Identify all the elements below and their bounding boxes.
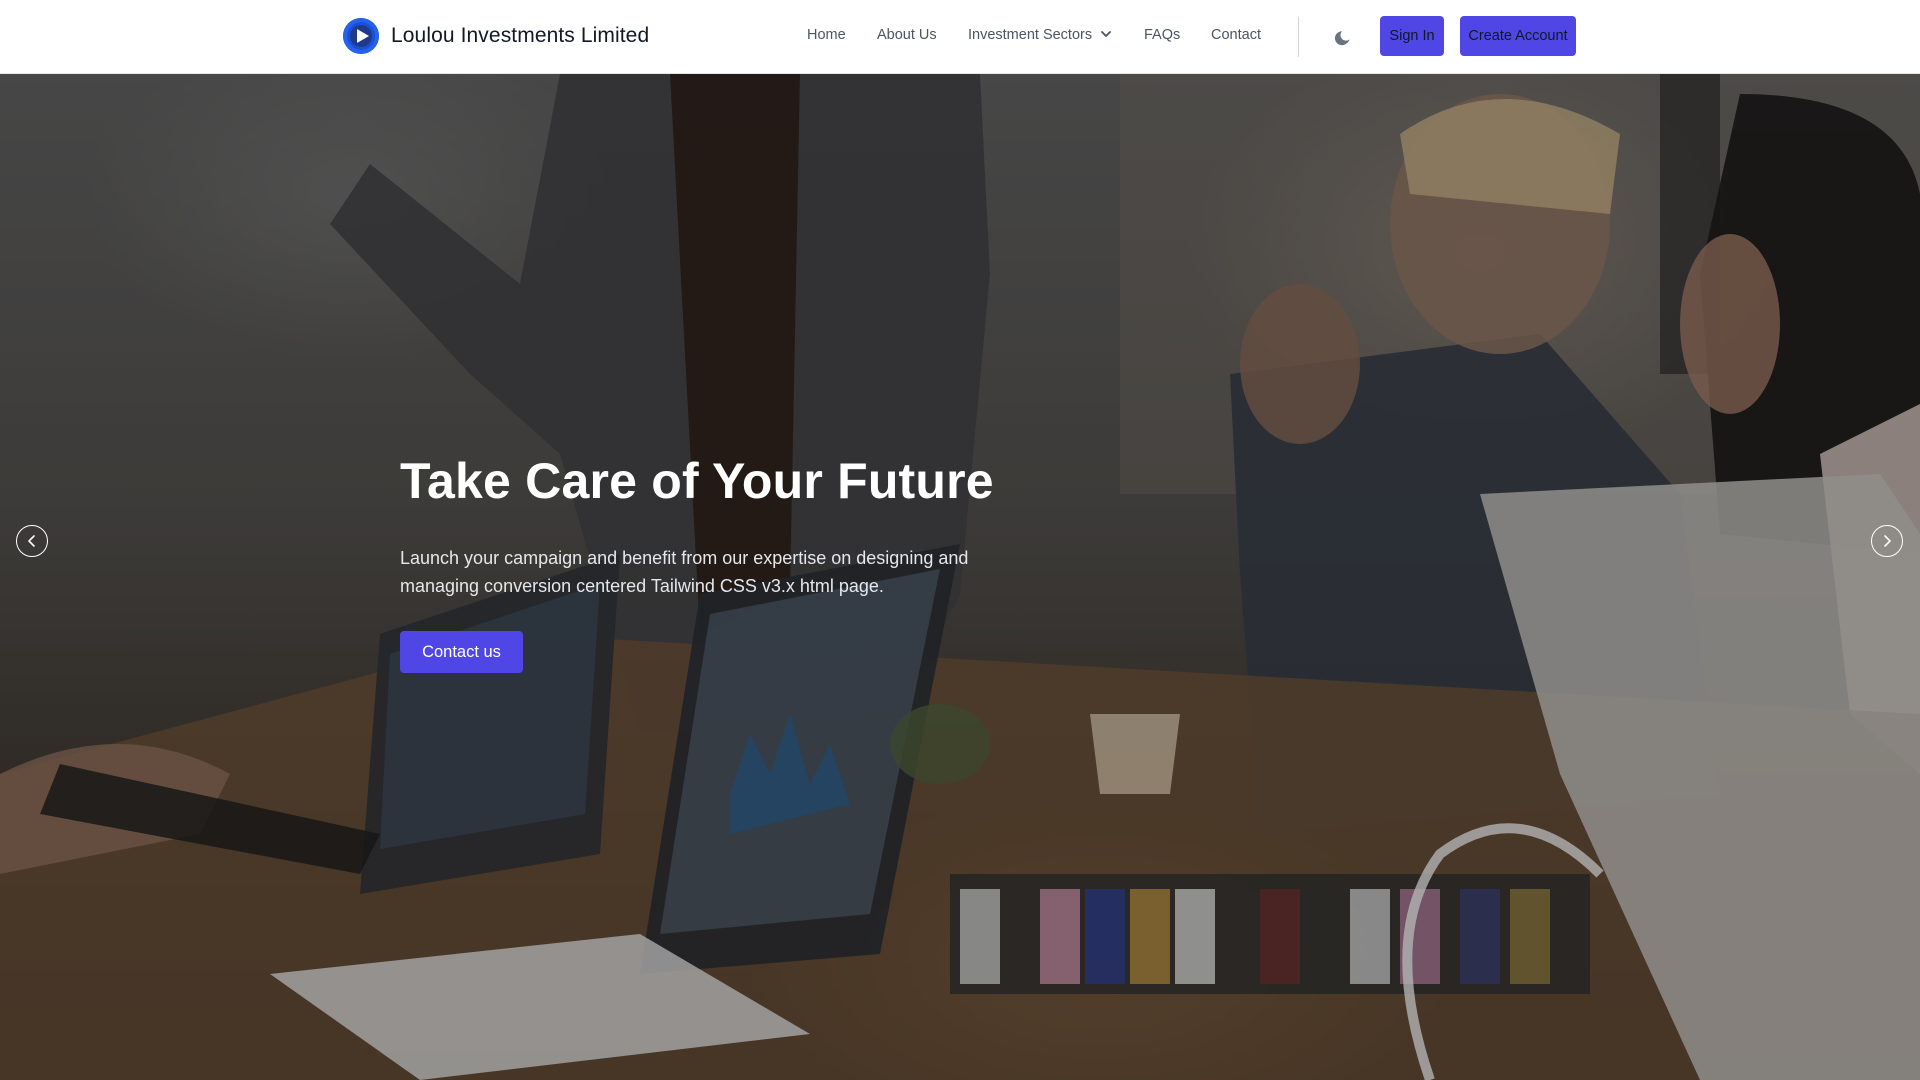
chevron-left-icon — [28, 535, 35, 547]
site-header: Loulou Investments Limited Home About Us… — [0, 0, 1920, 74]
chevron-right-icon — [1884, 535, 1891, 547]
nav-home[interactable]: Home — [807, 24, 846, 46]
hero-slider: Take Care of Your Future Launch your cam… — [0, 74, 1920, 1080]
chevron-down-icon — [1101, 31, 1112, 38]
play-circle-logo-icon — [343, 18, 379, 54]
hero-subtitle: Launch your campaign and benefit from ou… — [400, 548, 969, 596]
sign-in-button[interactable]: Sign In — [1380, 16, 1444, 56]
hero-title: Take Care of Your Future — [400, 453, 994, 509]
moon-icon — [1334, 31, 1350, 46]
nav-investment-sectors-label: Investment Sectors — [968, 27, 1093, 43]
contact-us-button[interactable]: Contact us — [400, 631, 523, 673]
nav-investment-sectors[interactable]: Investment Sectors — [968, 24, 1112, 46]
nav-about-us[interactable]: About Us — [877, 24, 937, 46]
nav-contact[interactable]: Contact — [1211, 24, 1261, 46]
nav-faqs[interactable]: FAQs — [1144, 24, 1180, 46]
brand-logo-link[interactable]: Loulou Investments Limited — [343, 17, 649, 55]
slider-prev-button[interactable] — [16, 525, 48, 557]
brand-name: Loulou Investments Limited — [391, 24, 650, 47]
slider-next-button[interactable] — [1871, 525, 1903, 557]
header-divider — [1298, 17, 1299, 57]
theme-toggle-button[interactable] — [1330, 25, 1356, 51]
create-account-button[interactable]: Create Account — [1460, 16, 1576, 56]
